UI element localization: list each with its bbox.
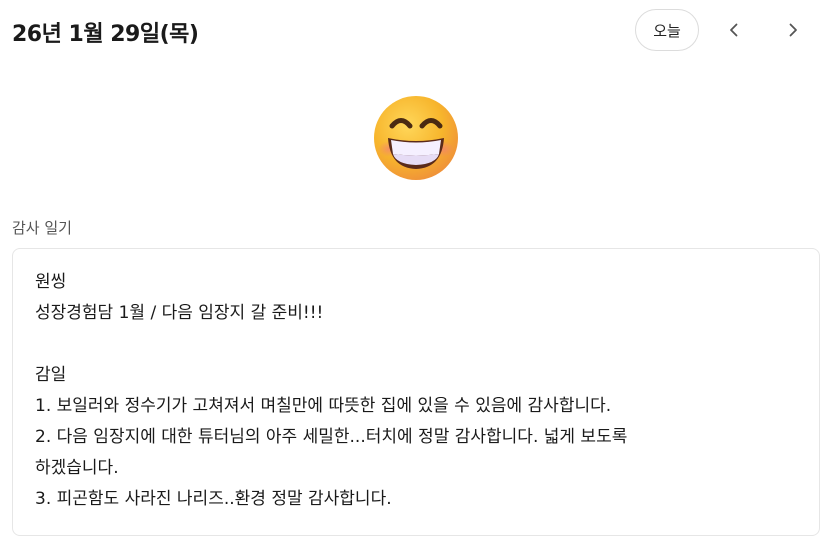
section-label: 감사 일기 [12, 219, 72, 237]
mood-emoji[interactable] [372, 94, 460, 182]
chevron-right-icon [789, 23, 797, 37]
diary-entry-text[interactable]: 원씽 성장경험담 1월 / 다음 임장지 갈 준비!!! 감일 1. 보일러와 … [35, 267, 795, 515]
prev-day-button[interactable] [719, 15, 749, 45]
grinning-face-icon [374, 96, 458, 180]
diary-entry-card[interactable]: 원씽 성장경험담 1월 / 다음 임장지 갈 준비!!! 감일 1. 보일러와 … [12, 248, 820, 536]
chevron-left-icon [730, 23, 738, 37]
date-title: 26년 1월 29일(목) [12, 22, 199, 47]
today-button[interactable]: 오늘 [635, 9, 699, 51]
header: 26년 1월 29일(목) 오늘 [0, 0, 828, 64]
next-day-button[interactable] [778, 15, 808, 45]
